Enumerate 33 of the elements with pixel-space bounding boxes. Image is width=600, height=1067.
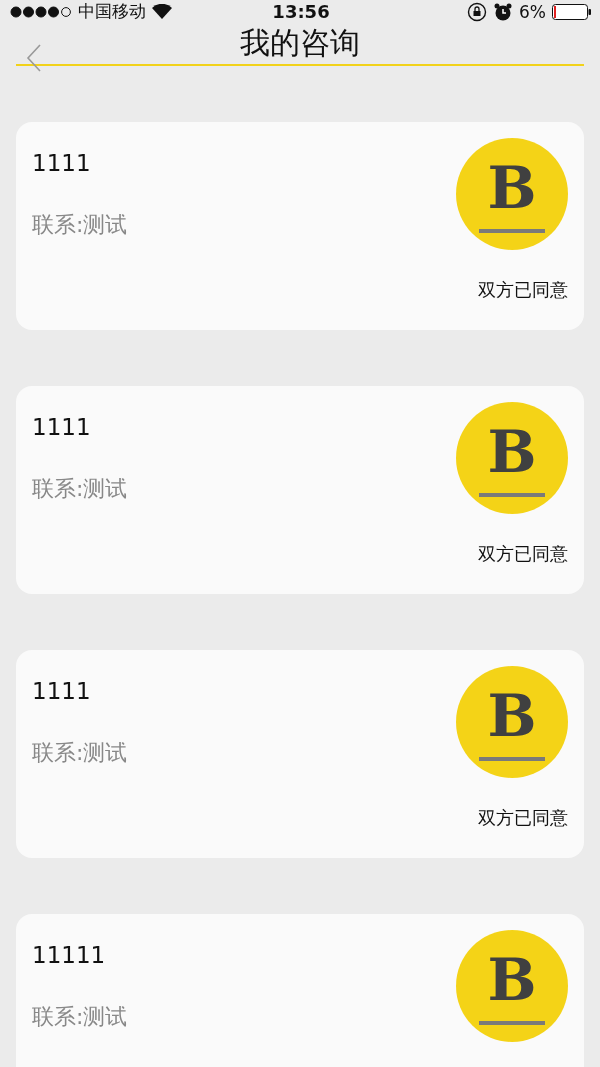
status-text: 双方已同意 xyxy=(478,278,568,302)
consultation-title: 1111 xyxy=(32,150,92,176)
logo-letter: B xyxy=(487,951,537,1009)
consultation-title: 11111 xyxy=(32,942,107,968)
status-text: 双方已同意 xyxy=(478,542,568,566)
logo-letter: B xyxy=(487,159,537,217)
consultation-card[interactable]: 11111 联系:测试 B xyxy=(16,914,584,1067)
contact-text: 联系:测试 xyxy=(32,475,129,503)
logo-letter: B xyxy=(487,687,537,745)
alarm-icon xyxy=(493,1,514,22)
carrier-name: 中国移动 xyxy=(78,0,146,23)
consultation-card[interactable]: 1111 联系:测试 B 双方已同意 xyxy=(16,122,584,330)
consultation-card[interactable]: 1111 联系:测试 B 双方已同意 xyxy=(16,650,584,858)
back-icon[interactable] xyxy=(26,44,42,72)
status-time: 13:56 xyxy=(272,1,330,22)
logo-underline xyxy=(479,229,545,233)
consultation-card[interactable]: 1111 联系:测试 B 双方已同意 xyxy=(16,386,584,594)
logo-underline xyxy=(479,1021,545,1025)
logo-underline xyxy=(479,493,545,497)
signal-icon xyxy=(10,5,72,18)
logo-underline xyxy=(479,757,545,761)
rotation-lock-icon xyxy=(467,1,488,22)
logo-letter: B xyxy=(487,423,537,481)
consultation-title: 1111 xyxy=(32,414,92,440)
status-text: 双方已同意 xyxy=(478,806,568,830)
contact-text: 联系:测试 xyxy=(32,739,129,767)
contact-text: 联系:测试 xyxy=(32,1003,129,1031)
contact-text: 联系:测试 xyxy=(32,211,129,239)
battery-percent: 6% xyxy=(519,1,546,22)
consultation-title: 1111 xyxy=(32,678,92,704)
wifi-icon xyxy=(152,4,172,19)
battery-icon xyxy=(552,3,592,20)
page-title: 我的咨询 xyxy=(240,24,360,62)
